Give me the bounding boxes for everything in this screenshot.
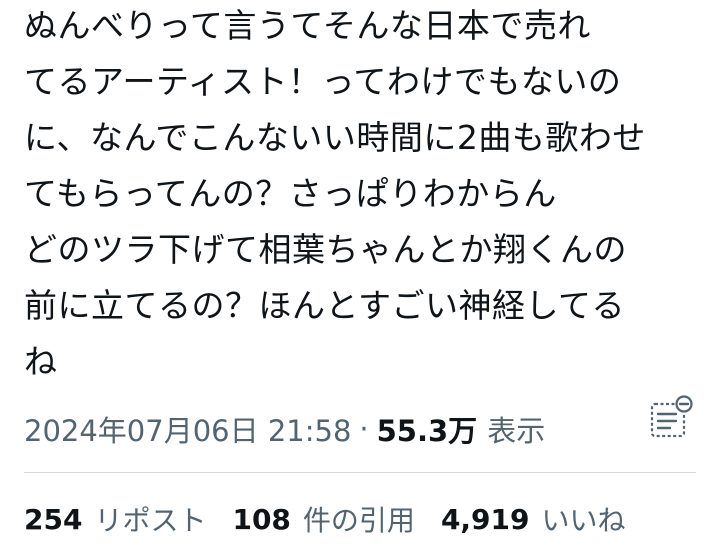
likes-label: いいね (541, 504, 626, 537)
tweet-timestamp[interactable]: 2024年07月06日 21:58 (24, 408, 351, 450)
tweet-text-line: 前に立てるの？ほんとすごい神経してる (24, 286, 626, 325)
analytics-icon (650, 395, 693, 438)
likes-count: 4,919 (440, 502, 530, 536)
reposts-stat[interactable]: 254 リポスト (24, 499, 206, 539)
views-count: 55.3万 (376, 414, 478, 448)
likes-stat[interactable]: 4,919 いいね (441, 499, 626, 539)
quotes-stat[interactable]: 108 件の引用 (232, 499, 414, 539)
views-label: 表示 (487, 414, 546, 448)
tweet-text-line: どのツラ下げて相葉ちゃんとか翔くんの (24, 230, 627, 269)
engagement-stats: 254 リポスト 108 件の引用 4,919 いいね (24, 494, 652, 544)
tweet-text-line: ぬんべりって言うてそんな日本で売れ (24, 6, 591, 45)
analytics-button[interactable] (646, 394, 694, 442)
tweet-text-line: てもらってんの？さっぱりわからん (24, 174, 557, 213)
tweet-text-line: てるアーティスト！ってわけでもないの (24, 62, 622, 101)
tweet-text: ぬんべりって言うてそんな日本で売れ てるアーティスト！ってわけでもないの に、な… (24, 0, 704, 390)
divider (24, 472, 696, 473)
tweet-text-line: ね (24, 342, 58, 381)
meta-separator: · (359, 412, 369, 446)
tweet-meta: 2024年07月06日 21:58 · 55.3万 表示 (24, 404, 696, 454)
quotes-count: 108 (232, 502, 291, 536)
tweet-text-line: に、なんでこんないい時間に2曲も歌わせ (24, 118, 646, 157)
quotes-label: 件の引用 (302, 504, 415, 537)
reposts-label: リポスト (94, 504, 207, 537)
reposts-count: 254 (24, 502, 83, 536)
